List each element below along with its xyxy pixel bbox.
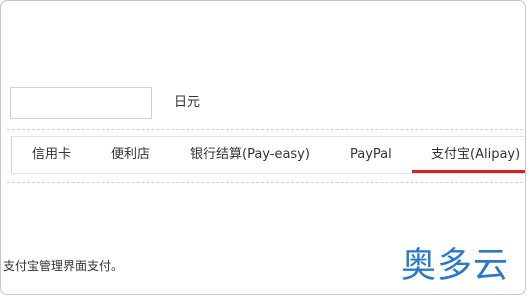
divider-top	[7, 129, 525, 130]
tab-alipay[interactable]: 支付宝(Alipay)	[431, 137, 520, 173]
payment-note: 支付宝管理界面支付。	[3, 259, 124, 273]
divider-bottom	[7, 182, 525, 183]
currency-label: 日元	[174, 95, 201, 110]
tab-credit-card[interactable]: 信用卡	[32, 137, 71, 173]
tab-bank-pay-easy[interactable]: 银行结算(Pay-easy)	[190, 137, 310, 173]
active-tab-indicator	[412, 170, 525, 173]
watermark-logo: 奥多云	[401, 246, 510, 286]
tab-paypal[interactable]: PayPal	[350, 137, 392, 173]
amount-input[interactable]	[10, 87, 152, 119]
payment-method-tabs: 信用卡 便利店 银行结算(Pay-easy) PayPal 支付宝(Alipay…	[11, 136, 525, 174]
tab-convenience-store[interactable]: 便利店	[111, 137, 150, 173]
